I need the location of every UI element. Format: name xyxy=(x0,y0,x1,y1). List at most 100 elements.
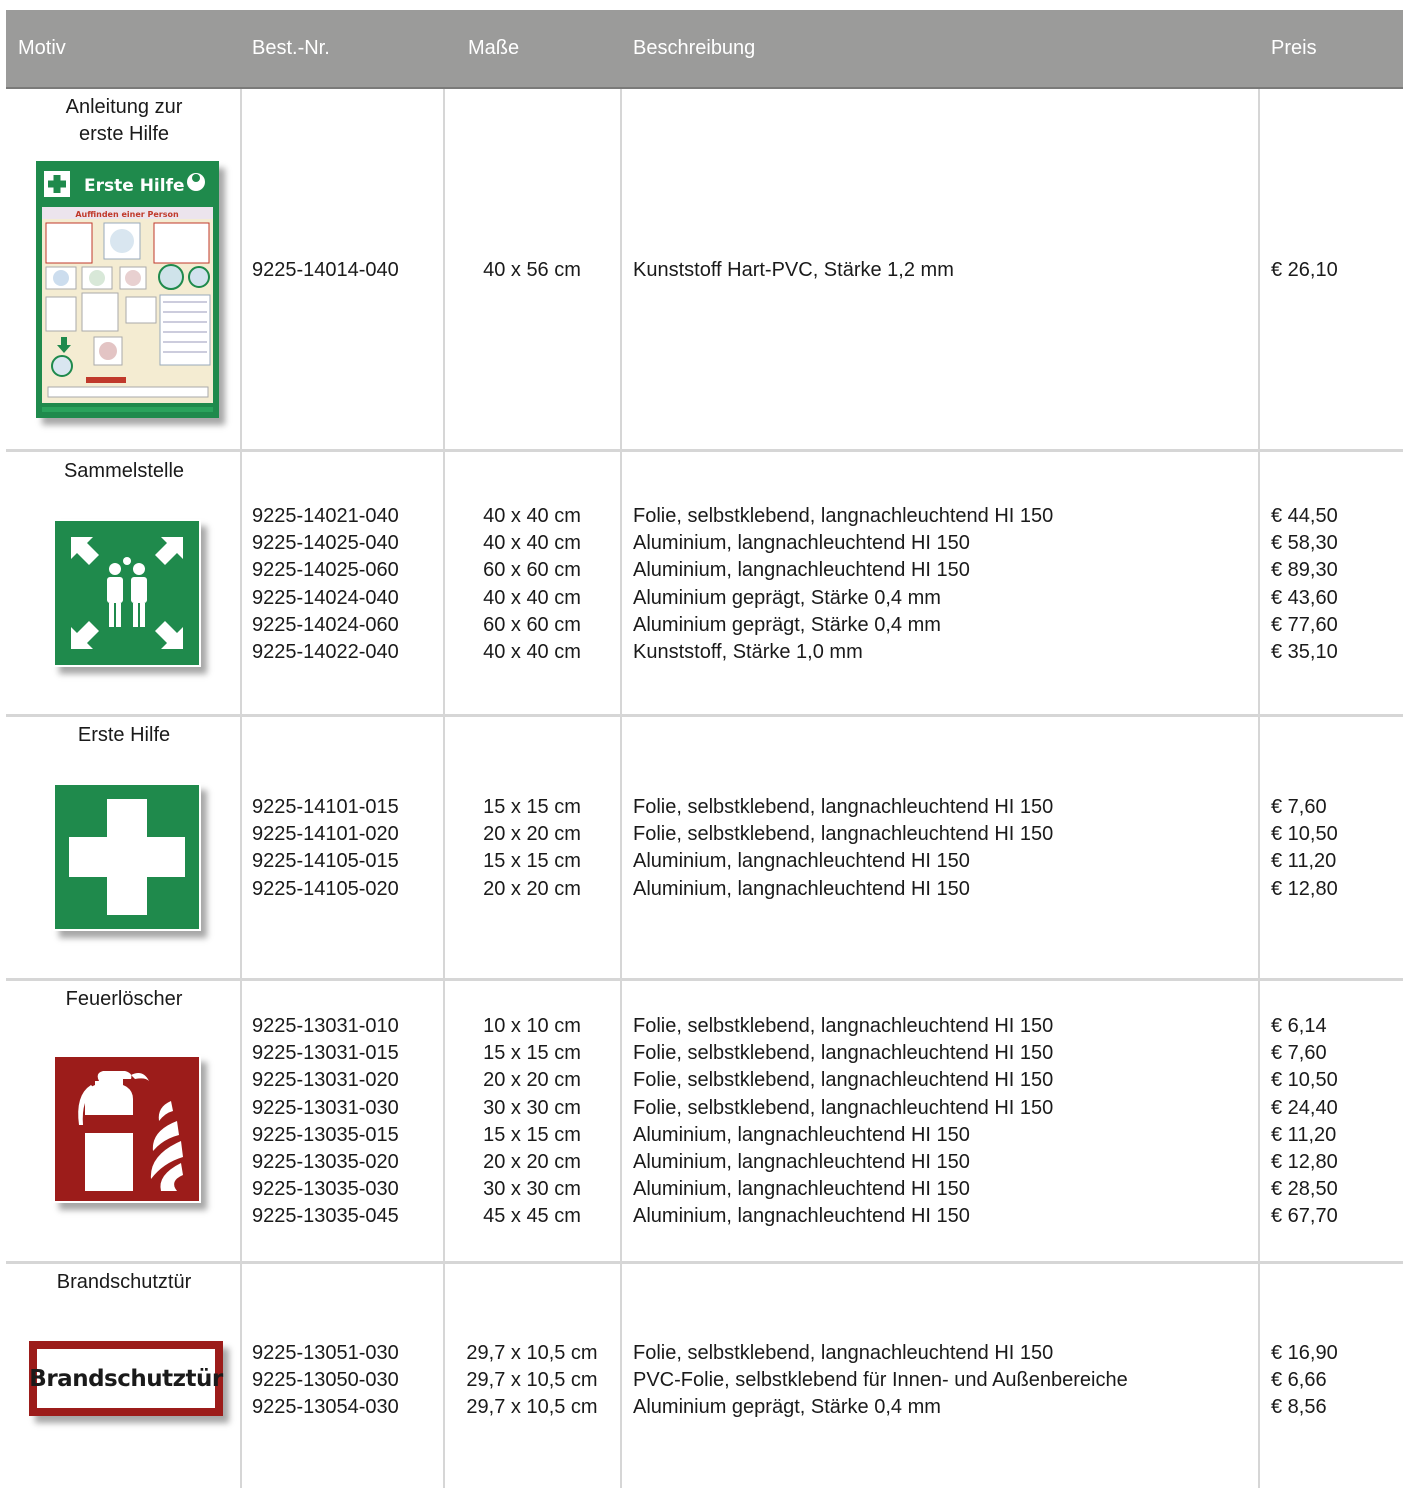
preis-cell: € 11,20 xyxy=(1271,1123,1337,1146)
bestnr-cell: 9225-13050-030 xyxy=(252,1369,399,1392)
masse-cell: 45 x 45 cm xyxy=(483,1205,581,1228)
preis-cell: € 7,60 xyxy=(1271,796,1327,818)
preis-cell: € 7,60 xyxy=(1271,1042,1327,1065)
bestnr-cell: 9225-13035-015 xyxy=(252,1123,399,1146)
masse-cell: 10 x 10 cm xyxy=(483,1015,581,1037)
beschreibung-cell: Folie, selbstklebend, langnachleuchtend … xyxy=(633,1342,1054,1364)
masse-cell: 40 x 40 cm xyxy=(483,505,581,527)
beschreibung-cell: Aluminium, langnachleuchtend HI 150 xyxy=(633,532,970,555)
preis-cell: € 43,60 xyxy=(1271,586,1338,609)
beschreibung-cell: Aluminium, langnachleuchtend HI 150 xyxy=(633,1205,970,1228)
beschreibung-cell: Kunststoff, Stärke 1,0 mm xyxy=(633,640,863,663)
beschreibung-cell: Folie, selbstklebend, langnachleuchtend … xyxy=(633,1069,1054,1092)
poster-subtitle: Auffinden einer Person xyxy=(75,210,179,219)
bestnr-cell: 9225-14101-015 xyxy=(252,796,399,818)
bestnr-cell: 9225-14105-015 xyxy=(252,850,399,873)
beschreibung-cell: Aluminium, langnachleuchtend HI 150 xyxy=(633,850,970,873)
preis-cell: € 26,10 xyxy=(1271,259,1338,281)
preis-cell: € 24,40 xyxy=(1271,1096,1338,1119)
beschreibung-cell: Folie, selbstklebend, langnachleuchtend … xyxy=(633,1096,1054,1119)
masse-cell: 15 x 15 cm xyxy=(483,850,581,873)
poster-title: Erste Hilfe xyxy=(84,176,185,196)
preis-cell: € 58,30 xyxy=(1271,532,1338,555)
beschreibung-cell: Folie, selbstklebend, langnachleuchtend … xyxy=(633,1015,1054,1037)
preis-column: € 7,60 € 10,50 € 11,20 € 12,80 xyxy=(1271,794,1338,903)
preis-cell: € 28,50 xyxy=(1271,1178,1338,1201)
column-divider xyxy=(443,89,445,1488)
bestnr-cell: 9225-14101-020 xyxy=(252,823,399,846)
table-header: Motiv Best.-Nr. Maße Beschreibung Preis xyxy=(6,10,1403,89)
preis-cell: € 12,80 xyxy=(1271,877,1338,900)
masse-column: 29,7 x 10,5 cm 29,7 x 10,5 cm 29,7 x 10,… xyxy=(452,1340,612,1422)
bestnr-cell: 9225-13054-030 xyxy=(252,1396,399,1419)
fire-door-sign-text: Brandschutztür xyxy=(29,1349,223,1408)
first-aid-instruction-poster-icon: Erste Hilfe Auffinden einer Person xyxy=(36,161,219,418)
bestnr-column: 9225-14014-040 xyxy=(252,257,399,284)
beschreibung-cell: Kunststoff Hart-PVC, Stärke 1,2 mm xyxy=(633,259,954,281)
masse-cell: 20 x 20 cm xyxy=(483,1069,581,1092)
preis-cell: € 77,60 xyxy=(1271,613,1338,636)
preis-cell: € 35,10 xyxy=(1271,640,1338,663)
preis-column: € 6,14 € 7,60 € 10,50 € 24,40 € 11,20 € … xyxy=(1271,1013,1338,1231)
preis-cell: € 11,20 xyxy=(1271,850,1337,873)
masse-column: 40 x 40 cm 40 x 40 cm 60 x 60 cm 40 x 40… xyxy=(452,503,612,666)
bestnr-cell: 9225-13035-030 xyxy=(252,1178,399,1201)
bestnr-cell: 9225-13031-020 xyxy=(252,1069,399,1092)
fire-extinguisher-icon xyxy=(53,1055,201,1203)
assembly-point-icon xyxy=(53,519,201,667)
preis-cell: € 12,80 xyxy=(1271,1150,1338,1173)
masse-cell: 40 x 56 cm xyxy=(483,259,581,281)
beschreibung-cell: Aluminium, langnachleuchtend HI 150 xyxy=(633,877,970,900)
column-divider xyxy=(1258,89,1260,1488)
preis-column: € 44,50 € 58,30 € 89,30 € 43,60 € 77,60 … xyxy=(1271,503,1338,666)
beschreibung-cell: Aluminium geprägt, Stärke 0,4 mm xyxy=(633,613,941,636)
header-motiv: Motiv xyxy=(18,37,66,59)
masse-cell: 30 x 30 cm xyxy=(483,1096,581,1119)
motif-label: Sammelstelle xyxy=(63,460,185,482)
masse-cell: 60 x 60 cm xyxy=(483,559,581,582)
masse-cell: 15 x 15 cm xyxy=(483,796,581,818)
bestnr-column: 9225-14101-015 9225-14101-020 9225-14105… xyxy=(252,794,399,903)
first-aid-cross-icon xyxy=(53,783,201,931)
beschreibung-cell: Aluminium, langnachleuchtend HI 150 xyxy=(633,1150,970,1173)
masse-column: 40 x 56 cm xyxy=(452,257,612,284)
preis-cell: € 8,56 xyxy=(1271,1396,1327,1419)
beschreibung-cell: Folie, selbstklebend, langnachleuchtend … xyxy=(633,796,1054,818)
masse-cell: 40 x 40 cm xyxy=(483,586,581,609)
header-bestnr: Best.-Nr. xyxy=(252,37,330,59)
masse-cell: 15 x 15 cm xyxy=(483,1123,581,1146)
bestnr-cell: 9225-13031-030 xyxy=(252,1096,399,1119)
preis-cell: € 16,90 xyxy=(1271,1342,1338,1364)
row-divider xyxy=(6,1261,1403,1264)
beschreibung-cell: Aluminium geprägt, Stärke 0,4 mm xyxy=(633,1396,941,1419)
fire-door-sign-icon: Brandschutztür xyxy=(29,1341,223,1416)
bestnr-cell: 9225-14024-040 xyxy=(252,586,399,609)
row-divider xyxy=(6,449,1403,452)
masse-cell: 29,7 x 10,5 cm xyxy=(466,1396,598,1419)
bestnr-cell: 9225-14014-040 xyxy=(252,259,399,281)
header-preis: Preis xyxy=(1271,37,1317,59)
masse-cell: 40 x 40 cm xyxy=(483,532,581,555)
beschreibung-column: Folie, selbstklebend, langnachleuchtend … xyxy=(633,1013,1053,1231)
preis-column: € 16,90 € 6,66 € 8,56 xyxy=(1271,1340,1338,1422)
beschreibung-cell: PVC-Folie, selbstklebend für Innen- und … xyxy=(633,1369,1128,1392)
header-masse: Maße xyxy=(468,37,520,59)
row-divider xyxy=(6,978,1403,981)
motif-label: Feuerlöscher xyxy=(65,988,183,1010)
masse-cell: 20 x 20 cm xyxy=(483,823,581,846)
bestnr-cell: 9225-13035-045 xyxy=(252,1205,399,1228)
masse-cell: 29,7 x 10,5 cm xyxy=(466,1369,598,1392)
preis-cell: € 6,66 xyxy=(1271,1369,1327,1392)
masse-column: 15 x 15 cm 20 x 20 cm 15 x 15 cm 20 x 20… xyxy=(452,794,612,903)
preis-cell: € 10,50 xyxy=(1271,823,1338,846)
masse-cell: 20 x 20 cm xyxy=(483,1150,581,1173)
beschreibung-cell: Folie, selbstklebend, langnachleuchtend … xyxy=(633,1042,1054,1065)
beschreibung-column: Folie, selbstklebend, langnachleuchtend … xyxy=(633,503,1053,666)
beschreibung-cell: Aluminium, langnachleuchtend HI 150 xyxy=(633,559,970,582)
masse-cell: 30 x 30 cm xyxy=(483,1178,581,1201)
bestnr-column: 9225-14021-040 9225-14025-040 9225-14025… xyxy=(252,503,399,666)
bestnr-cell: 9225-14105-020 xyxy=(252,877,399,900)
beschreibung-cell: Aluminium, langnachleuchtend HI 150 xyxy=(633,1123,970,1146)
masse-cell: 40 x 40 cm xyxy=(483,640,581,663)
bestnr-cell: 9225-13031-015 xyxy=(252,1042,399,1065)
